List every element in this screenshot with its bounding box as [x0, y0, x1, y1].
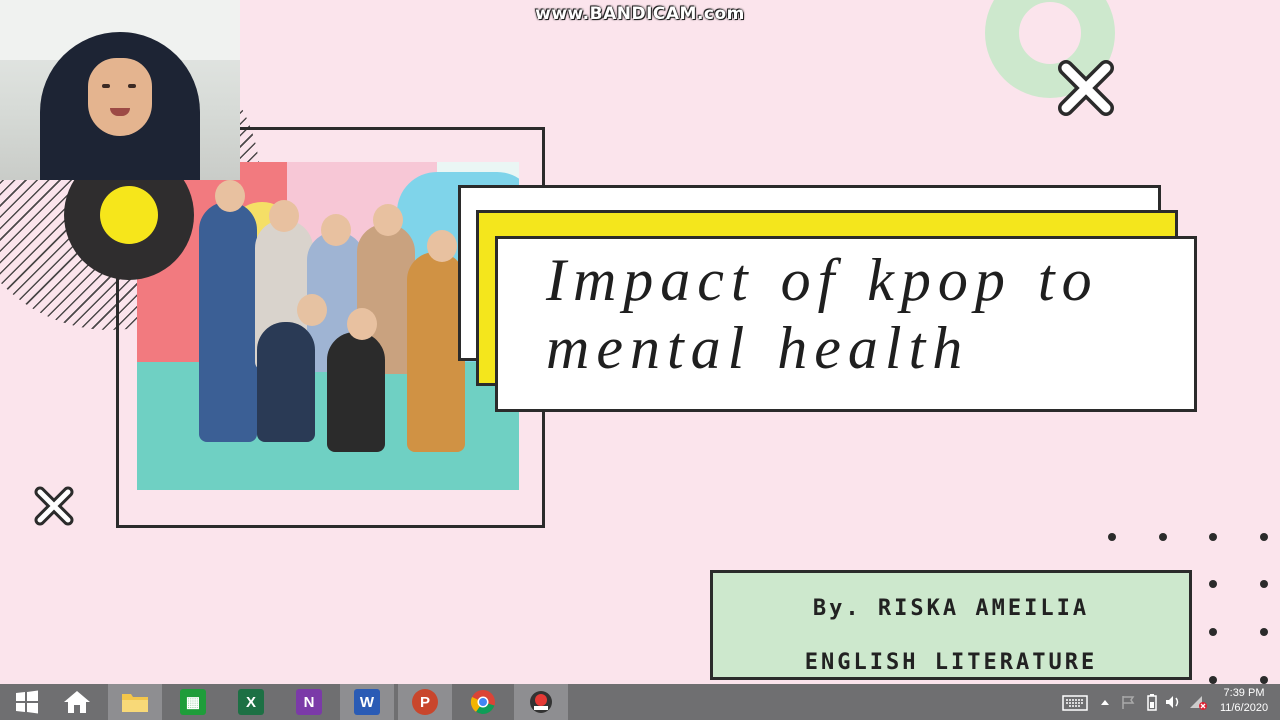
person-figure: [199, 202, 257, 442]
store-button[interactable]: ▦: [166, 684, 220, 720]
x-mark-icon: [1058, 60, 1114, 116]
decorative-dot: [1260, 580, 1268, 588]
decorative-dot: [1108, 533, 1116, 541]
author-department: ENGLISH LITERATURE: [804, 650, 1098, 675]
windows-icon: [16, 690, 38, 714]
author-name: By. RISKA AMEILIA: [812, 596, 1090, 621]
decorative-dot: [1260, 676, 1268, 684]
decorative-dot: [1209, 628, 1217, 636]
slide-title-line2: mental health: [546, 315, 970, 381]
clock-date: 11/6/2020: [1219, 702, 1269, 714]
taskbar-clock[interactable]: 7:39 PM 11/6/2020: [1212, 686, 1276, 716]
excel-icon: X: [238, 689, 264, 715]
person-figure: [257, 322, 315, 442]
keyboard-icon[interactable]: [1062, 695, 1088, 711]
powerpoint-button[interactable]: P: [398, 684, 452, 720]
presenter-eye: [128, 84, 136, 88]
flag-icon[interactable]: [1120, 694, 1136, 710]
webcam-overlay: [0, 0, 240, 180]
decorative-dot: [1209, 676, 1217, 684]
decorative-dot: [1260, 533, 1268, 541]
presenter-face: [88, 58, 152, 136]
chrome-button[interactable]: [456, 684, 510, 720]
x-mark-icon: [34, 486, 74, 526]
chrome-icon: [470, 690, 495, 714]
decorative-dot: [1209, 580, 1217, 588]
word-button[interactable]: W: [340, 684, 394, 720]
slide-title: Impact of kpop to mental health: [546, 246, 1186, 382]
slide-title-line1: Impact of kpop to: [546, 247, 1099, 313]
battery-icon[interactable]: [1146, 693, 1158, 711]
store-icon: ▦: [180, 689, 206, 715]
person-head: [427, 230, 457, 262]
start-button[interactable]: [0, 684, 54, 720]
person-head: [373, 204, 403, 236]
home-icon: [64, 691, 90, 713]
chevron-up-icon[interactable]: [1100, 698, 1110, 706]
person-figure: [327, 332, 385, 452]
person-figure: [407, 252, 465, 452]
bandicam-icon: [530, 691, 552, 713]
decorative-dot: [1159, 533, 1167, 541]
network-disconnected-icon[interactable]: [1188, 694, 1208, 710]
presenter-eye: [102, 84, 110, 88]
person-head: [321, 214, 351, 246]
onenote-button[interactable]: N: [282, 684, 336, 720]
person-head: [269, 200, 299, 232]
excel-button[interactable]: X: [224, 684, 278, 720]
bandicam-button[interactable]: [514, 684, 568, 720]
folder-icon: [122, 694, 148, 712]
word-icon: W: [354, 689, 380, 715]
windows-taskbar: ▦ X N W P: [0, 684, 1280, 720]
person-head: [347, 308, 377, 340]
decorative-dot: [1209, 533, 1217, 541]
person-head: [297, 294, 327, 326]
file-explorer-button[interactable]: [108, 684, 162, 720]
onenote-icon: N: [296, 689, 322, 715]
home-button[interactable]: [50, 684, 104, 720]
person-head: [215, 180, 245, 212]
powerpoint-icon: P: [412, 689, 438, 715]
yellow-circle-decoration: [100, 186, 158, 244]
decorative-dot: [1260, 628, 1268, 636]
speaker-icon[interactable]: [1164, 694, 1182, 710]
clock-time: 7:39 PM: [1223, 687, 1265, 699]
